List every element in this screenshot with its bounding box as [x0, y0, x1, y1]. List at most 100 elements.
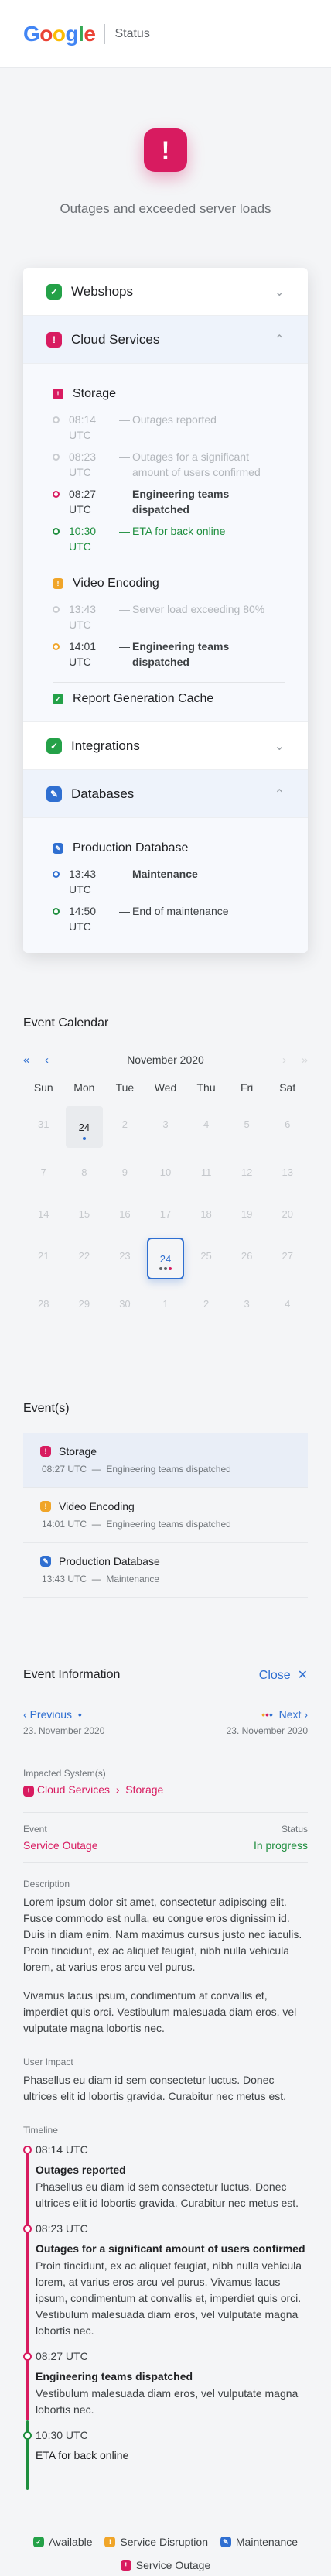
- component-name: Report Generation Cache: [73, 692, 214, 705]
- component-name: Production Database: [73, 841, 189, 855]
- component-report-cache: ✓ Report Generation Cache: [53, 692, 285, 706]
- event-status-row: Event Service Outage Status In progress: [23, 1812, 308, 1863]
- timeline-event: 08:27 UTC — Engineering teams dispatched: [53, 483, 285, 520]
- calendar-day[interactable]: 24: [146, 1238, 185, 1279]
- calendar-nav: « ‹ November 2020 › »: [23, 1047, 308, 1072]
- calendar-day[interactable]: 8: [64, 1151, 105, 1193]
- calendar-day[interactable]: 25: [186, 1235, 227, 1276]
- calendar-day[interactable]: 16: [104, 1193, 145, 1235]
- exclamation-icon: !: [23, 1786, 34, 1797]
- calendar-day[interactable]: 12: [227, 1151, 268, 1193]
- calendar-day[interactable]: 23: [104, 1235, 145, 1276]
- component-name: Video Encoding: [73, 577, 159, 590]
- service-row-integrations[interactable]: ✓ Integrations ⌄: [23, 722, 308, 770]
- status-legend: ✓ Available ! Service Disruption ✎ Maintena…: [0, 2530, 331, 2576]
- calendar-day[interactable]: 20: [267, 1193, 308, 1235]
- calendar-day[interactable]: 13: [267, 1151, 308, 1193]
- impacted-system-link[interactable]: Cloud Services: [37, 1783, 110, 1796]
- calendar-title: Event Calendar: [23, 1016, 109, 1029]
- calendar-day[interactable]: 29: [64, 1283, 105, 1324]
- events-title: Event(s): [23, 1402, 70, 1415]
- prev-month-icon[interactable]: ‹: [45, 1053, 67, 1067]
- impacted-label: Impacted System(s): [23, 1768, 106, 1779]
- chevron-up-icon[interactable]: ⌃: [275, 786, 285, 802]
- calendar-day[interactable]: 15: [64, 1193, 105, 1235]
- service-row-cloud-services[interactable]: ! Cloud Services ⌃: [23, 316, 308, 364]
- weekday-header: Sun: [33, 1081, 53, 1094]
- calendar-day[interactable]: 19: [227, 1193, 268, 1235]
- timeline-label: Timeline: [23, 2125, 58, 2136]
- event-card[interactable]: ! Video Encoding 14:01 UTC — Engineering …: [23, 1488, 308, 1543]
- header-divider: [104, 23, 106, 44]
- calendar-day[interactable]: 30: [104, 1283, 145, 1324]
- timeline-entry: 10:30 UTC ETA for back online: [23, 2429, 308, 2472]
- calendar-day[interactable]: 14: [23, 1193, 64, 1235]
- service-row-databases[interactable]: ✎ Databases ⌃: [23, 770, 308, 818]
- calendar-day[interactable]: 18: [186, 1193, 227, 1235]
- google-logo[interactable]: Google: [23, 22, 96, 46]
- event-card[interactable]: ✎ Production Database 13:43 UTC — Mainten…: [23, 1543, 308, 1598]
- calendar-day[interactable]: 21: [23, 1235, 64, 1276]
- impacted-systems: ! Cloud Services › Storage: [23, 1783, 308, 1797]
- status-value: In progress: [253, 1839, 308, 1852]
- next-month-icon[interactable]: ›: [264, 1053, 286, 1067]
- service-name: Webshops: [71, 283, 134, 299]
- calendar-day[interactable]: 22: [64, 1235, 105, 1276]
- event-name: Production Database: [59, 1555, 160, 1567]
- calendar-day[interactable]: 17: [145, 1193, 186, 1235]
- chevron-down-icon[interactable]: ⌄: [275, 738, 285, 754]
- storage-timeline: 08:14 UTC — Outages reported 08:23 UTC — Out…: [53, 409, 285, 557]
- calendar-day[interactable]: 1: [145, 1283, 186, 1324]
- calendar-day[interactable]: 5: [227, 1103, 268, 1145]
- impacted-component-link[interactable]: Storage: [125, 1783, 163, 1796]
- calendar-grid: Sun Mon Tue Wed Thu Fri Sat 31 24 2 3 4 5 6 7 8 9 10 11 12 1…: [23, 1072, 308, 1324]
- component-storage: ! Storage: [53, 387, 285, 401]
- wrench-icon: ✎: [220, 2537, 231, 2547]
- header-title: Status: [114, 26, 150, 40]
- close-button[interactable]: Close ✕: [259, 1667, 308, 1683]
- previous-event-button[interactable]: ‹ Previous • 23. November 2020: [23, 1697, 166, 1752]
- weekday-header: Wed: [154, 1081, 177, 1094]
- chevron-up-icon[interactable]: ⌃: [275, 332, 285, 348]
- timeline-entry: 08:23 UTC Outages for a significant amou…: [23, 2222, 308, 2350]
- calendar-day[interactable]: 27: [267, 1235, 308, 1276]
- calendar-day[interactable]: 7: [23, 1151, 64, 1193]
- event-pager: ‹ Previous • 23. November 2020 ••• Next …: [23, 1697, 308, 1752]
- event-card[interactable]: ! Storage 08:27 UTC — Engineering teams d…: [23, 1433, 308, 1488]
- event-name: Storage: [59, 1445, 97, 1458]
- close-icon: ✕: [297, 1669, 308, 1682]
- exclamation-icon: !: [40, 1446, 51, 1457]
- event-label: Event: [23, 1824, 47, 1834]
- description-text: Vivamus lacus ipsum, condimentum at conv…: [23, 1989, 297, 2034]
- calendar-day[interactable]: 4: [186, 1103, 227, 1145]
- chevron-down-icon[interactable]: ⌄: [275, 284, 285, 300]
- calendar-day[interactable]: 2: [104, 1103, 145, 1145]
- service-row-webshops[interactable]: ✓ Webshops ⌄: [23, 268, 308, 316]
- warning-icon: !: [104, 2537, 116, 2547]
- last-page-icon[interactable]: »: [286, 1053, 308, 1067]
- calendar-day[interactable]: 31: [23, 1103, 64, 1145]
- next-event-button[interactable]: ••• Next › 23. November 2020: [165, 1697, 308, 1752]
- calendar-day[interactable]: 3: [145, 1103, 186, 1145]
- timeline-event: 10:30 UTC — ETA for back online: [53, 520, 285, 557]
- component-name: Storage: [73, 387, 117, 400]
- calendar-day[interactable]: 26: [227, 1235, 268, 1276]
- calendar-day[interactable]: 4: [267, 1283, 308, 1324]
- check-icon: ✓: [32, 2537, 44, 2547]
- timeline-entry: 08:27 UTC Engineering teams dispatched V…: [23, 2350, 308, 2429]
- wrench-icon: ✎: [53, 843, 63, 854]
- calendar-day[interactable]: 3: [227, 1283, 268, 1324]
- calendar-day[interactable]: 24: [65, 1106, 104, 1148]
- calendar-day[interactable]: 10: [145, 1151, 186, 1193]
- event-timeline: 08:14 UTC Outages reported Phasellus eu …: [23, 2143, 308, 2490]
- calendar-day[interactable]: 9: [104, 1151, 145, 1193]
- first-page-icon[interactable]: «: [23, 1053, 45, 1067]
- calendar-day[interactable]: 28: [23, 1283, 64, 1324]
- calendar-day[interactable]: 6: [267, 1103, 308, 1145]
- event-information: Event Information Close ✕ ‹ Previous • 2…: [23, 1667, 308, 2490]
- calendar-day[interactable]: 11: [186, 1151, 227, 1193]
- check-icon: ✓: [46, 283, 62, 300]
- services-card: ✓ Webshops ⌄ ! Cloud Services ⌃ ! Storag…: [23, 268, 308, 953]
- cloud-services-details: ! Storage 08:14 UTC — Outages reported 08:…: [23, 364, 308, 722]
- calendar-day[interactable]: 2: [186, 1283, 227, 1324]
